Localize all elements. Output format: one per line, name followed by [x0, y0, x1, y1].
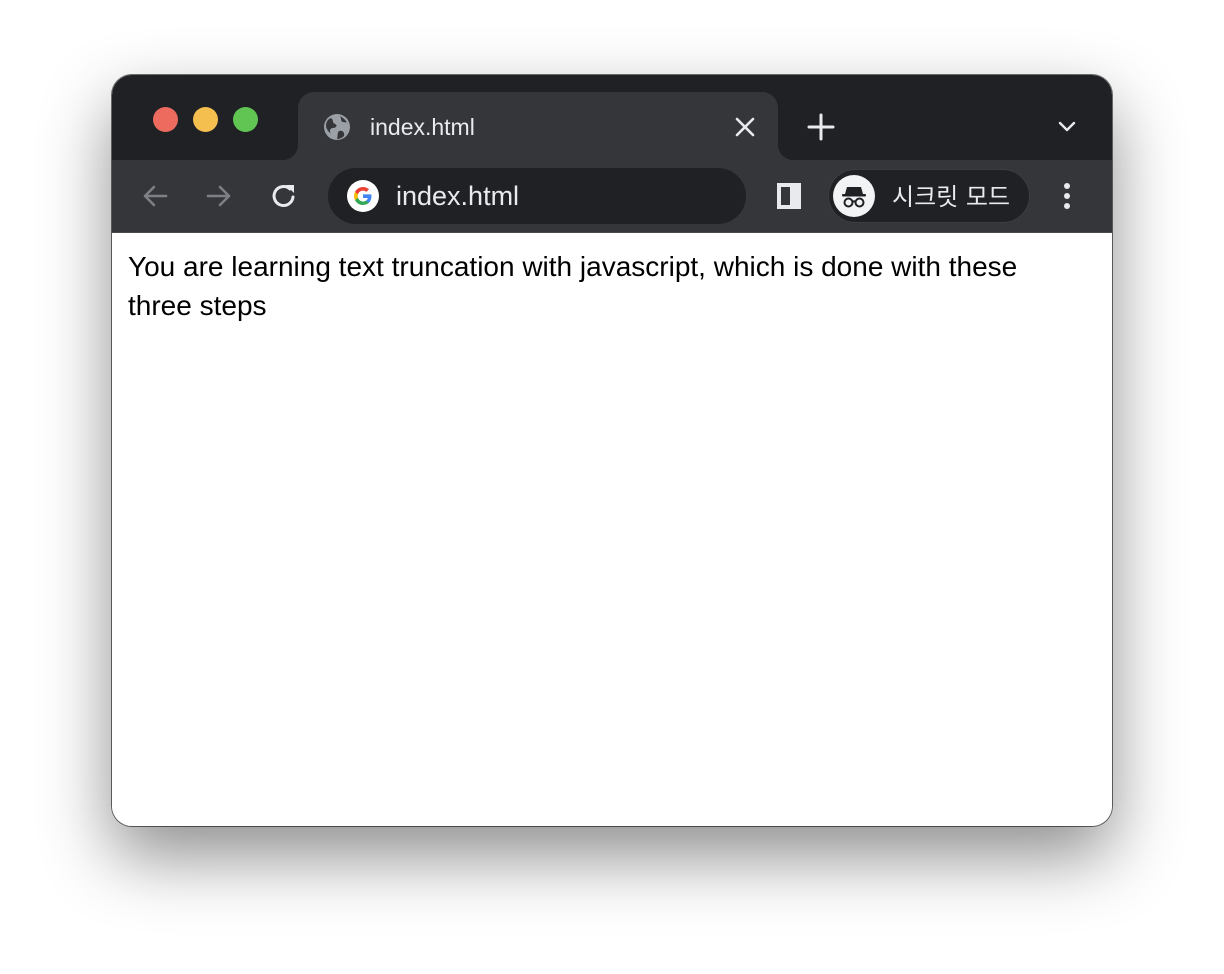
- tab-strip: index.html: [112, 75, 1112, 160]
- page-content: You are learning text truncation with ja…: [112, 233, 1112, 826]
- window-maximize-button[interactable]: [233, 107, 258, 132]
- incognito-label: 시크릿 모드: [892, 183, 1011, 211]
- window-close-button[interactable]: [153, 107, 178, 132]
- address-bar[interactable]: index.html: [328, 168, 746, 224]
- close-icon[interactable]: [733, 115, 757, 139]
- toolbar: index.html 시크릿 모드: [112, 160, 1112, 233]
- chevron-down-icon[interactable]: [1055, 115, 1079, 139]
- address-bar-url: index.html: [396, 181, 520, 211]
- reload-icon[interactable]: [268, 180, 300, 212]
- side-panel-icon[interactable]: [773, 180, 805, 212]
- arrow-left-icon[interactable]: [139, 180, 171, 212]
- tab-title: index.html: [370, 114, 475, 140]
- incognito-icon: [842, 187, 866, 208]
- arrow-right-icon[interactable]: [203, 180, 235, 212]
- window-minimize-button[interactable]: [193, 107, 218, 132]
- google-g-icon: [347, 180, 379, 212]
- browser-window: index.html index.html 시크릿 모드 You are lea…: [112, 75, 1112, 826]
- tab-index-html[interactable]: index.html: [282, 92, 794, 160]
- incognito-avatar: [833, 175, 875, 217]
- page-text: You are learning text truncation with ja…: [128, 251, 1018, 321]
- globe-icon: [324, 114, 350, 140]
- incognito-indicator[interactable]: 시크릿 모드: [828, 169, 1030, 223]
- more-vert-icon[interactable]: [1051, 180, 1083, 212]
- plus-icon[interactable]: [806, 112, 836, 142]
